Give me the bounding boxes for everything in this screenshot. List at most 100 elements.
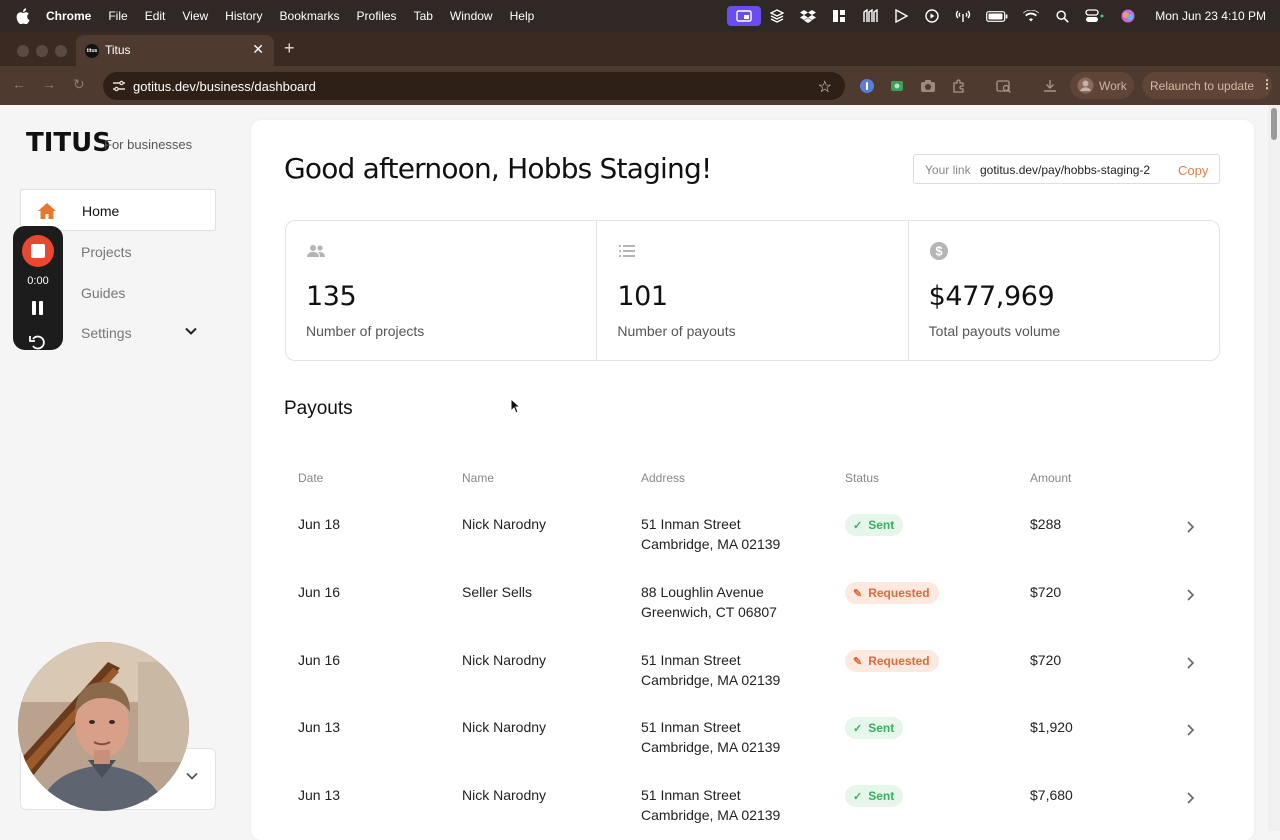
address-line-2: Cambridge, MA 02139 (641, 672, 781, 688)
window-zoom-button[interactable] (55, 45, 67, 57)
reload-icon[interactable]: ↻ (73, 76, 85, 93)
status-text: Sent (868, 721, 895, 735)
window-close-button[interactable] (17, 45, 29, 57)
menu-profiles[interactable]: Profiles (357, 9, 397, 23)
cell-date: Jun 16 (298, 652, 341, 668)
siri-icon[interactable] (1120, 9, 1136, 23)
stat-caption: Number of payouts (617, 323, 736, 339)
table-row[interactable]: Jun 13 Nick Narodny 51 Inman Street Cambr… (285, 785, 1220, 831)
page-title: Good afternoon, Hobbs Staging! (284, 152, 712, 185)
tab-close-icon[interactable]: ✕ (252, 41, 264, 58)
new-tab-plus-icon[interactable]: + (284, 38, 295, 59)
dropbox-menubar-icon[interactable] (800, 9, 817, 23)
sidebar-item-label: Projects (81, 244, 132, 260)
dollar-coin-icon: $ (929, 242, 948, 260)
cell-name: Nick Narodny (462, 516, 547, 532)
column-header-status[interactable]: Status (845, 471, 879, 485)
menu-history[interactable]: History (225, 9, 262, 23)
restart-icon[interactable] (28, 334, 48, 350)
table-row[interactable]: Jun 13 Nick Narodny 51 Inman Street Cambr… (285, 717, 1220, 785)
table-row[interactable]: Jun 18 Nick Narodny 51 Inman Street Cambr… (285, 514, 1220, 582)
status-text: Sent (868, 789, 895, 803)
column-header-name[interactable]: Name (462, 471, 494, 485)
menu-edit[interactable]: Edit (145, 9, 166, 23)
password-manager-extension-icon[interactable] (859, 78, 875, 94)
stop-recording-button[interactable] (22, 235, 54, 267)
control-center-icon[interactable] (1085, 9, 1105, 23)
stat-caption: Number of projects (306, 323, 425, 339)
cell-date: Jun 13 (298, 787, 341, 803)
titus-logo[interactable]: TITUS (26, 128, 111, 158)
relaunch-label: Relaunch to update (1150, 79, 1255, 93)
play-outline-menubar-icon[interactable] (893, 9, 909, 23)
music-bars-menubar-icon[interactable] (862, 9, 878, 23)
menubar-clock[interactable]: Mon Jun 23 4:10 PM (1155, 9, 1266, 23)
menu-view[interactable]: View (182, 9, 208, 23)
menu-bookmarks[interactable]: Bookmarks (280, 9, 340, 23)
browser-tab-active[interactable]: titus Titus ✕ (76, 35, 274, 66)
pause-icon[interactable] (31, 301, 45, 315)
chevron-right-icon[interactable] (1183, 520, 1197, 534)
green-extension-icon[interactable] (889, 78, 905, 94)
sidebar-item-home[interactable]: Home (20, 189, 216, 231)
menu-window[interactable]: Window (450, 9, 493, 23)
back-arrow-icon[interactable]: ← (12, 76, 26, 92)
download-icon[interactable] (1042, 78, 1058, 94)
page-scrollbar[interactable] (1268, 105, 1280, 831)
stat-payouts: 101 Number of payouts (597, 221, 909, 360)
spotlight-search-icon[interactable] (1054, 9, 1070, 23)
site-settings-icon[interactable] (112, 79, 126, 93)
chrome-profile-work-chip[interactable]: Work (1070, 72, 1134, 99)
forward-arrow-icon[interactable]: → (42, 76, 56, 92)
address-bar[interactable]: gotitus.dev/business/dashboard ☆ (103, 72, 845, 100)
your-link-box: Your link gotitus.dev/pay/hobbs-staging-… (913, 154, 1220, 184)
table-row[interactable]: Jun 16 Nick Narodny 51 Inman Street Cambr… (285, 650, 1220, 718)
chevron-right-icon[interactable] (1183, 656, 1197, 670)
tagline: For businesses (104, 137, 193, 152)
relaunch-to-update-button[interactable]: Relaunch to update ⋮ (1142, 72, 1273, 99)
cell-amount: $720 (1030, 584, 1062, 600)
screen-record-status-icon[interactable] (727, 6, 762, 26)
address-line-2: Cambridge, MA 02139 (641, 536, 781, 552)
menu-help[interactable]: Help (510, 9, 535, 23)
extensions-puzzle-icon[interactable] (951, 78, 967, 94)
window-layout-menubar-icon[interactable] (831, 9, 847, 23)
antenna-menubar-icon[interactable] (955, 9, 971, 23)
menu-app-chrome[interactable]: Chrome (46, 9, 91, 23)
cell-amount: $7,680 (1030, 787, 1073, 803)
address-url[interactable]: gotitus.dev/business/dashboard (133, 79, 316, 94)
menu-file[interactable]: File (108, 9, 127, 23)
chevron-right-icon[interactable] (1183, 723, 1197, 737)
status-badge: ✎ Requested (845, 582, 939, 604)
layers-menubar-icon[interactable] (769, 9, 785, 23)
chevron-right-icon[interactable] (1183, 588, 1197, 602)
chevron-right-icon[interactable] (1183, 791, 1197, 805)
status-text: Requested (868, 586, 930, 600)
scrollbar-thumb[interactable] (1271, 108, 1277, 140)
stat-value: 135 (306, 281, 357, 312)
wifi-icon[interactable] (1023, 9, 1040, 23)
bookmark-star-icon[interactable]: ☆ (818, 77, 832, 97)
column-header-address[interactable]: Address (641, 471, 685, 485)
battery-icon[interactable] (986, 9, 1008, 23)
window-minimize-button[interactable] (36, 45, 48, 57)
recording-timer: 0:00 (27, 275, 49, 287)
cell-name: Nick Narodny (462, 787, 547, 803)
cell-date: Jun 13 (298, 719, 341, 735)
chevron-down-icon[interactable] (185, 769, 199, 783)
table-row[interactable]: Jun 16 Seller Sells 88 Loughlin Avenue Gr… (285, 582, 1220, 650)
column-header-amount[interactable]: Amount (1030, 471, 1071, 485)
play-circle-menubar-icon[interactable] (924, 9, 940, 23)
column-header-date[interactable]: Date (298, 471, 323, 485)
address-line-1: 51 Inman Street (641, 516, 741, 532)
menu-tab[interactable]: Tab (414, 9, 433, 23)
copy-link-button[interactable]: Copy (1178, 163, 1208, 178)
more-options-icon[interactable]: ⋮ (1261, 77, 1273, 91)
cell-name: Nick Narodny (462, 719, 547, 735)
your-link-url[interactable]: gotitus.dev/pay/hobbs-staging-2 (980, 163, 1150, 177)
cell-address: 88 Loughlin Avenue Greenwich, CT 06807 (641, 582, 777, 622)
camera-extension-icon[interactable] (920, 78, 936, 94)
tab-search-icon[interactable] (996, 78, 1012, 94)
apple-logo-icon[interactable] (16, 8, 30, 24)
chevron-down-icon[interactable] (184, 324, 198, 338)
